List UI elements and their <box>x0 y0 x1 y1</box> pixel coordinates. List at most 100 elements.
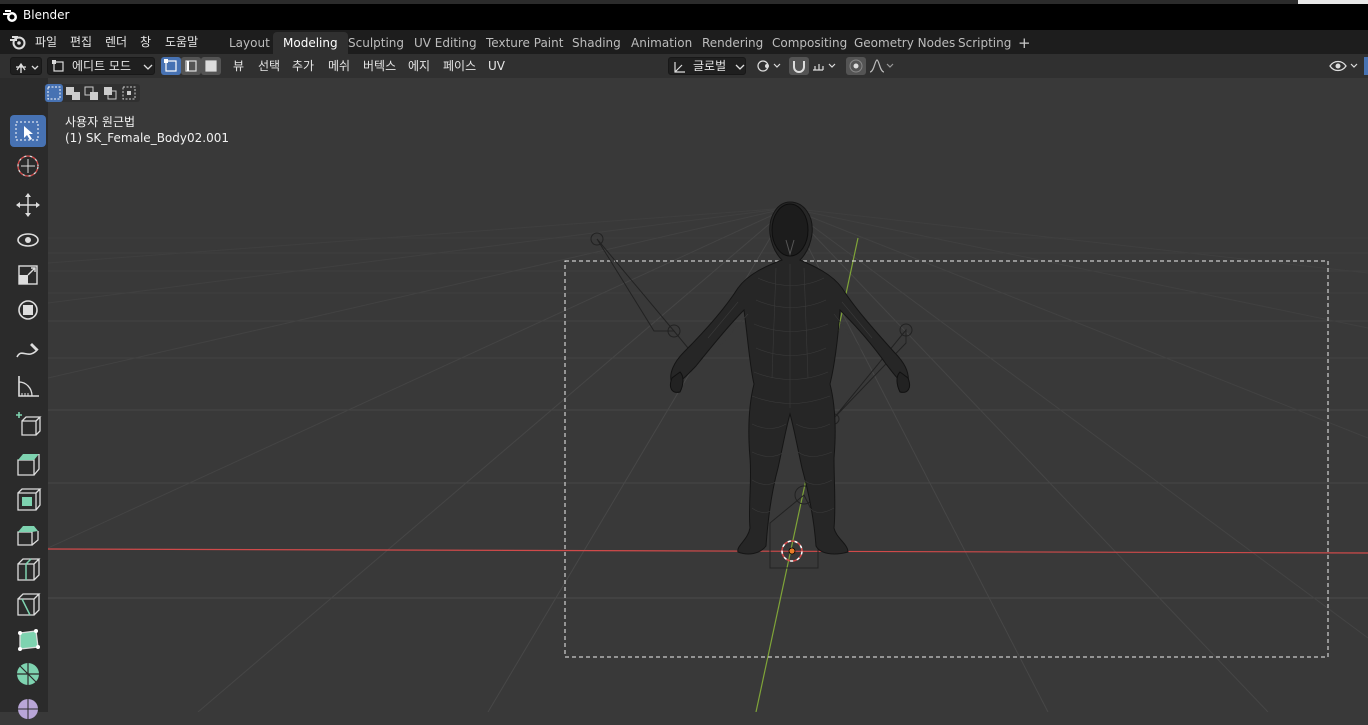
add-cube-icon <box>16 412 42 436</box>
tool-rotate[interactable] <box>10 224 46 256</box>
spin-icon <box>17 663 39 685</box>
active-object-label: (1) SK_Female_Body02.001 <box>65 131 229 145</box>
falloff-curve-icon <box>869 59 894 73</box>
menu-window[interactable]: 창 <box>140 33 151 51</box>
mode-label: 에디트 모드 <box>72 59 132 73</box>
edge-select-icon <box>185 60 197 72</box>
editor-type-icon <box>16 62 39 73</box>
menu-help[interactable]: 도움말 <box>165 33 198 51</box>
header-menu-uv[interactable]: UV <box>488 57 505 75</box>
selection-mode-bar <box>44 84 140 102</box>
editor-type-dropdown[interactable] <box>10 57 42 75</box>
annotate-icon <box>16 343 39 358</box>
blender-logo-icon <box>3 10 17 22</box>
header-menu-mesh[interactable]: 메쉬 <box>328 57 350 75</box>
tool-cursor[interactable] <box>10 150 46 182</box>
proportional-falloff-dropdown[interactable] <box>868 57 896 75</box>
tab-compositing[interactable]: Compositing <box>762 32 857 54</box>
visibility-dropdown[interactable] <box>1328 57 1362 75</box>
orientation-label: 글로벌 <box>693 59 727 73</box>
tool-loop-cut[interactable] <box>10 553 46 585</box>
snap-toggle[interactable] <box>789 57 809 75</box>
tab-sculpting[interactable]: Sculpting <box>338 32 414 54</box>
3d-viewport[interactable] <box>48 78 1368 712</box>
tool-select-box[interactable] <box>10 115 46 147</box>
tab-animation[interactable]: Animation <box>621 32 702 54</box>
vertex-select-icon <box>164 59 177 72</box>
snap-target-dropdown[interactable] <box>810 57 840 75</box>
magnet-icon <box>793 61 805 73</box>
tool-move[interactable] <box>10 189 46 221</box>
header-menu-view[interactable]: 뷰 <box>233 57 244 75</box>
top-menu-bar: 파일 편집 렌더 창 도움말 Layout Modeling Sculpting… <box>0 30 1368 54</box>
blender-menu-icon[interactable] <box>9 34 27 50</box>
extrude-icon <box>17 454 40 476</box>
horizon-fade <box>48 78 1368 228</box>
tool-annotate[interactable] <box>10 335 46 367</box>
header-edge-accent <box>1364 57 1368 75</box>
pivot-icon <box>757 60 781 72</box>
proportional-edit-toggle[interactable] <box>846 57 866 75</box>
header-menu-add[interactable]: 추가 <box>292 57 314 75</box>
rotate-icon <box>17 233 39 247</box>
tool-smooth[interactable] <box>10 693 46 725</box>
character-mesh[interactable] <box>669 201 911 555</box>
inset-icon <box>17 488 42 511</box>
tab-texture-paint[interactable]: Texture Paint <box>476 32 573 54</box>
chevron-down-icon <box>735 64 745 70</box>
tool-extrude[interactable] <box>10 448 46 480</box>
tool-knife[interactable] <box>10 588 46 620</box>
floor-grid <box>48 207 1368 712</box>
poly-build-icon <box>18 629 40 651</box>
view-name-label: 사용자 원근법 <box>65 115 136 129</box>
title-bar: Blender <box>0 0 1368 30</box>
window-top-edge-right <box>1298 0 1368 4</box>
menu-file[interactable]: 파일 <box>35 33 57 51</box>
edge-select-button[interactable] <box>181 57 201 75</box>
viewport-header: 에디트 모드 뷰 선택 추가 메쉬 버텍스 에지 페이스 UV 글로벌 <box>0 54 1368 78</box>
face-select-button[interactable] <box>201 57 221 75</box>
tool-measure[interactable] <box>10 370 46 402</box>
measure-icon <box>18 376 39 397</box>
snap-increment-icon <box>813 63 836 71</box>
x-axis-line <box>48 548 1368 554</box>
menu-edit[interactable]: 편집 <box>70 33 92 51</box>
proportional-edit-icon <box>849 59 863 73</box>
transform-icon <box>18 300 38 320</box>
window-title: Blender <box>23 8 70 22</box>
scale-icon <box>18 265 38 285</box>
header-menu-edge[interactable]: 에지 <box>408 57 430 75</box>
menu-render[interactable]: 렌더 <box>105 33 127 51</box>
smooth-icon <box>18 699 38 719</box>
loop-cut-icon <box>17 558 41 581</box>
transform-orientation-dropdown[interactable]: 글로벌 <box>668 57 746 75</box>
window-top-edge <box>0 0 1298 4</box>
header-menu-vertex[interactable]: 버텍스 <box>363 57 396 75</box>
mode-dropdown[interactable]: 에디트 모드 <box>47 57 155 75</box>
header-menu-face[interactable]: 페이스 <box>443 57 476 75</box>
move-icon <box>16 193 40 217</box>
eye-icon <box>1329 60 1358 72</box>
tool-poly-build[interactable] <box>10 623 46 655</box>
tab-modeling[interactable]: Modeling <box>273 32 348 54</box>
tool-inset[interactable] <box>10 483 46 515</box>
tool-bevel[interactable] <box>10 518 46 550</box>
tab-uv-editing[interactable]: UV Editing <box>404 32 487 54</box>
tool-shelf <box>0 78 48 719</box>
chevron-down-icon <box>143 64 153 70</box>
knife-icon <box>17 593 41 616</box>
cursor-icon <box>17 155 39 177</box>
tool-scale[interactable] <box>10 259 46 291</box>
vertex-select-button[interactable] <box>161 57 181 75</box>
orientation-icon <box>674 62 685 73</box>
selection-mode-icons <box>45 84 136 102</box>
tab-layout[interactable]: Layout <box>219 32 280 54</box>
tool-spin[interactable] <box>10 658 46 690</box>
pivot-point-dropdown[interactable] <box>754 57 784 75</box>
viewport-scene[interactable] <box>48 78 1368 712</box>
header-menu-select[interactable]: 선택 <box>258 57 280 75</box>
bevel-icon <box>17 526 39 546</box>
tool-transform[interactable] <box>10 294 46 326</box>
tool-add-cube[interactable] <box>10 409 46 441</box>
add-workspace-button[interactable]: + <box>1008 32 1041 54</box>
